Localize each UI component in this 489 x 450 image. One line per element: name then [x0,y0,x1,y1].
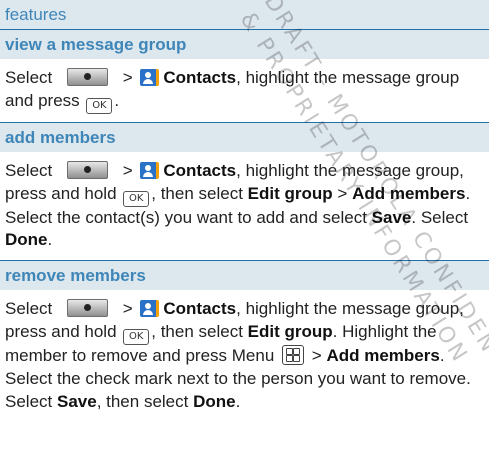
chapter-title: features [5,5,67,24]
manual-page: features view a message group Select > C… [0,0,489,442]
ok-key-icon: OK [86,97,113,114]
menu-key-icon [282,344,305,365]
section-body: Select > Contacts, highlight the message… [0,59,489,122]
section-heading: remove members [0,260,489,291]
home-key-icon [66,68,108,86]
home-key-icon [66,299,108,318]
ok-key-icon: OK [123,190,150,207]
contacts-app-icon [140,69,160,86]
ok-key-icon: OK [123,328,150,345]
section-remove-members: remove members Select > Contacts, highli… [0,260,489,421]
contacts-app-icon [140,300,160,318]
chapter-header: features [0,0,489,29]
contacts-app-icon [140,161,160,179]
section-heading: view a message group [0,29,489,59]
section-add-members: add members Select > Contacts, highlight… [0,121,489,260]
section-heading: add members [0,121,489,152]
section-body: Select > Contacts, highlight the message… [5,299,471,411]
section-body: Select > Contacts, highlight the message… [5,160,471,250]
home-key-icon [66,160,108,179]
section-view-message-group: view a message group Select > Contacts, … [0,29,489,122]
